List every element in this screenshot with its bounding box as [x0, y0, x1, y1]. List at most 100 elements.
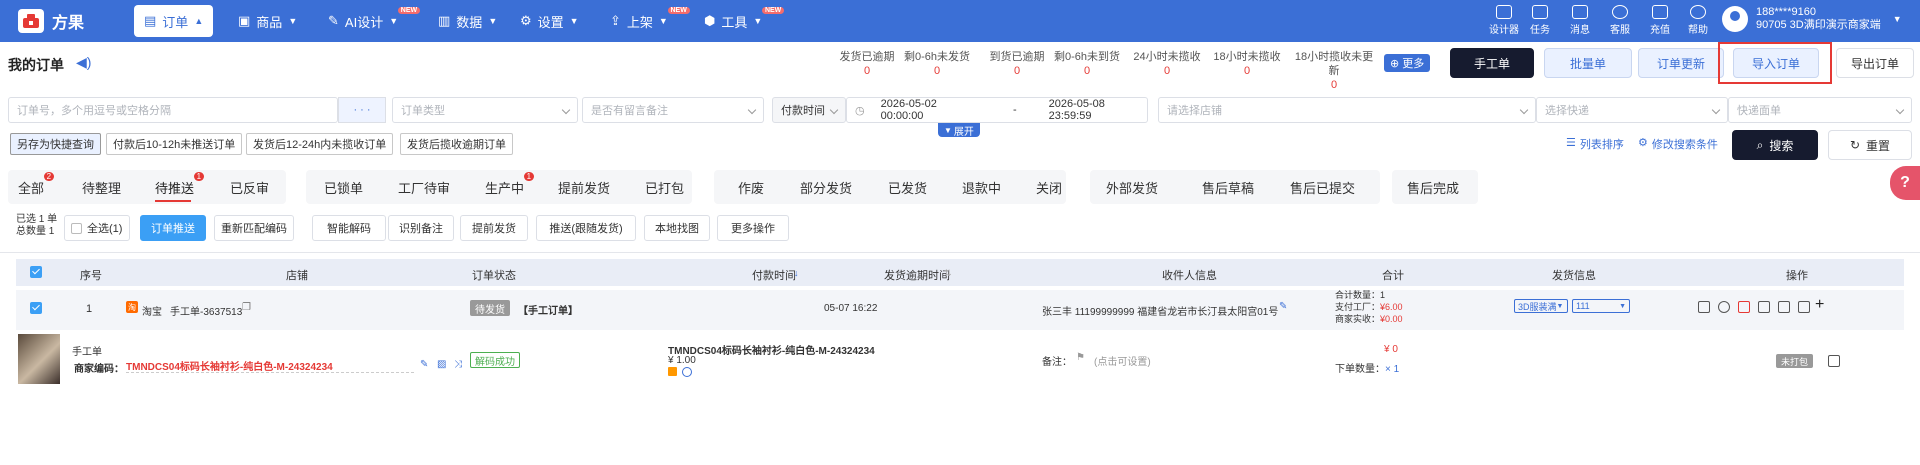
nav-products[interactable]: ▣ 商品 ▼ — [228, 5, 307, 37]
lock-icon[interactable] — [1828, 355, 1840, 367]
copy-icon[interactable]: ❐ — [242, 302, 251, 313]
tab-6[interactable]: 生产中 1 — [485, 172, 535, 197]
help-button[interactable]: 帮助 — [1680, 5, 1716, 36]
help-float-icon[interactable]: ? — [1890, 166, 1920, 200]
sort-icon[interactable]: ⇅ — [944, 268, 952, 279]
save-quick-query-button[interactable]: 另存为快捷查询 — [10, 133, 101, 155]
reset-button[interactable]: ↻ 重置 — [1828, 130, 1912, 160]
sort-down-icon[interactable]: ↓ — [794, 268, 799, 278]
edit-icon[interactable]: ✎ — [420, 359, 428, 370]
stat-item[interactable]: 剩0-6h未发货 0 — [902, 50, 972, 78]
action-button-4[interactable]: 提前发货 — [460, 215, 528, 241]
manual-order-button[interactable]: 手工单 — [1450, 48, 1534, 78]
tab-4[interactable]: 已锁单 — [324, 178, 363, 197]
speaker-icon[interactable]: ◀) — [76, 54, 91, 71]
stat-item[interactable]: 24小时未揽收 0 — [1132, 50, 1202, 78]
express-select[interactable]: 选择快递 — [1536, 97, 1728, 123]
time-type-select[interactable]: 付款时间 — [772, 97, 846, 123]
remark-hint[interactable]: (点击可设置) — [1094, 353, 1151, 368]
message-button[interactable]: 消息 — [1562, 5, 1598, 36]
quick-tag[interactable]: 发货后12-24h内未揽收订单 — [246, 133, 394, 155]
image-icon[interactable]: ▨ — [437, 359, 446, 370]
tab-12[interactable]: 退款中 — [962, 178, 1001, 197]
tab-2[interactable]: 待推送 1 — [155, 172, 205, 197]
more-filter-button[interactable]: · · · — [338, 97, 386, 123]
add-icon[interactable]: + — [1815, 296, 1824, 314]
tab-14[interactable]: 外部发货 — [1106, 178, 1158, 197]
tag-icon[interactable] — [668, 367, 677, 376]
stat-item[interactable]: 发货已逾期 0 — [832, 50, 902, 78]
support-button[interactable]: 客服 — [1602, 5, 1638, 36]
search-button[interactable]: ⌕ 搜索 — [1732, 130, 1818, 160]
tab-9[interactable]: 作废 — [738, 178, 764, 197]
tab-10[interactable]: 部分发货 — [800, 178, 852, 197]
nav-orders[interactable]: ▤ 订单 ▲ — [134, 5, 214, 37]
quick-tag[interactable]: 付款后10-12h未推送订单 — [106, 133, 243, 155]
action-button-2[interactable]: 智能解码 — [312, 215, 386, 241]
order-update-button[interactable]: 订单更新 — [1638, 48, 1724, 78]
quick-tag[interactable]: 发货后揽收逾期订单 — [400, 133, 513, 155]
action-button-6[interactable]: 本地找图 — [644, 215, 710, 241]
col-overdue[interactable]: 发货逾期时间 — [884, 267, 950, 283]
import-order-button[interactable]: 导入订单 — [1733, 48, 1819, 78]
stat-item[interactable]: 剩0-6h未到货 0 — [1052, 50, 1122, 78]
tab-17[interactable]: 售后完成 — [1407, 178, 1459, 197]
tab-8[interactable]: 已打包 — [645, 178, 684, 197]
stat-item[interactable]: 到货已逾期 0 — [982, 50, 1052, 78]
list-sort-link[interactable]: ☰ 列表排序 — [1566, 136, 1624, 152]
order-number-input[interactable]: 订单号，多个用逗号或空格分隔 — [8, 97, 338, 123]
merchant-code[interactable]: TMNDCS04标码长袖衬衫-纯白色-M-24324234 — [126, 358, 414, 373]
document-icon[interactable] — [1698, 301, 1710, 313]
action-button-1[interactable]: 重新匹配编码 — [214, 215, 294, 241]
col-paid-time[interactable]: 付款时间 — [752, 267, 796, 283]
tab-0[interactable]: 全部 2 — [18, 172, 55, 197]
delete-icon[interactable] — [1738, 301, 1750, 313]
select-all-checkbox[interactable]: 全选(1) — [64, 215, 130, 241]
nav-tools[interactable]: ⬢ 工具 ▼ NEW — [694, 5, 785, 37]
export-order-button[interactable]: 导出订单 — [1836, 48, 1914, 78]
shop-select[interactable]: 请选择店铺 — [1158, 97, 1536, 123]
action-button-0[interactable]: 订单推送 — [140, 215, 206, 241]
expand-toggle[interactable]: ▼ 展开 — [938, 123, 980, 138]
warehouse-select[interactable]: 111 ▼ — [1572, 299, 1630, 313]
stat-item[interactable]: 18小时揽收未更新 0 — [1292, 50, 1376, 92]
tab-13[interactable]: 关闭 — [1036, 178, 1062, 197]
more-stats-button[interactable]: ⊕ 更多 — [1384, 54, 1431, 72]
lock-icon[interactable] — [1758, 301, 1770, 313]
nav-ai-design[interactable]: ✎ AI设计 ▼ NEW — [318, 5, 421, 37]
action-button-7[interactable]: 更多操作 — [717, 215, 789, 241]
copy-order-icon[interactable] — [1718, 301, 1730, 313]
tab-1[interactable]: 待整理 — [82, 178, 121, 197]
action-button-3[interactable]: 识别备注 — [388, 215, 454, 241]
unlock-icon[interactable] — [1778, 301, 1790, 313]
task-button[interactable]: 任务 — [1522, 5, 1558, 36]
date-range-picker[interactable]: ◷ 2026-05-02 00:00:00 - 2026-05-08 23:59… — [846, 97, 1148, 123]
user-menu[interactable]: 188****9160 90705 3D满印演示商家端 ▼ — [1722, 6, 1902, 32]
modify-search-link[interactable]: ⚙ 修改搜索条件 — [1638, 136, 1718, 152]
tab-15[interactable]: 售后草稿 — [1202, 178, 1254, 197]
shuffle-icon[interactable]: ⤨ — [454, 359, 462, 370]
header-checkbox[interactable] — [30, 266, 42, 278]
recharge-button[interactable]: 充值 — [1642, 5, 1678, 36]
edit-icon[interactable]: ✎ — [1279, 301, 1287, 312]
tab-3[interactable]: 已反审 — [230, 178, 269, 197]
order-type-select[interactable]: 订单类型 — [392, 97, 578, 123]
split-icon[interactable] — [1798, 301, 1810, 313]
nav-settings[interactable]: ⚙ 设置 ▼ — [510, 5, 589, 37]
nav-listing[interactable]: ⇪ 上架 ▼ NEW — [600, 5, 690, 37]
flag-icon[interactable]: ⚑ — [1076, 352, 1085, 363]
waybill-select[interactable]: 快递面单 — [1728, 97, 1912, 123]
tab-11[interactable]: 已发货 — [888, 178, 927, 197]
tab-5[interactable]: 工厂待审 — [398, 178, 450, 197]
remark-select[interactable]: 是否有留言备注 — [582, 97, 764, 123]
info-icon[interactable] — [682, 367, 692, 377]
nav-data[interactable]: ▥ 数据 ▼ — [428, 5, 507, 37]
row-checkbox[interactable] — [30, 302, 42, 314]
shipping-select[interactable]: 3D服装满 ▼ — [1514, 299, 1568, 313]
action-button-5[interactable]: 推送(跟随发货) — [536, 215, 636, 241]
batch-order-button[interactable]: 批量单 — [1544, 48, 1632, 78]
designer-button[interactable]: 设计器 — [1486, 5, 1522, 36]
product-thumbnail[interactable] — [18, 334, 60, 384]
stat-item[interactable]: 18小时未揽收 0 — [1212, 50, 1282, 78]
tab-7[interactable]: 提前发货 — [558, 178, 610, 197]
